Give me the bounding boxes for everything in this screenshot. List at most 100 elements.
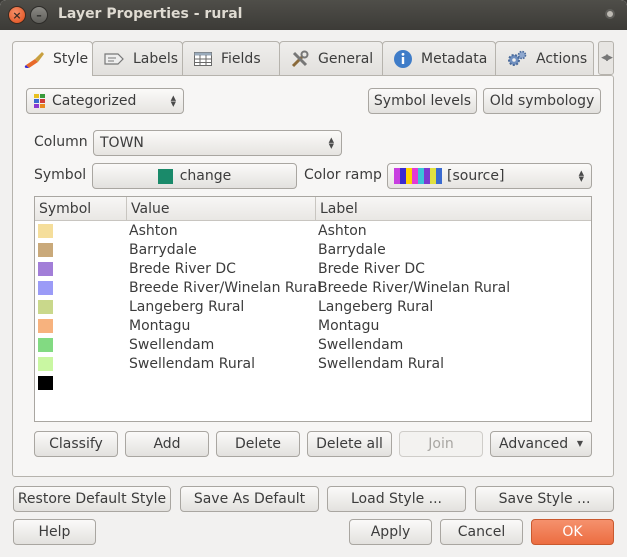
table-row[interactable]: Breede River/Winelan Rural Breede River/W…: [35, 279, 591, 298]
category-label: Swellendam Rural: [318, 356, 444, 372]
category-symbol-swatch[interactable]: [38, 357, 53, 371]
table-body: Ashton Ashton Barrydale Barrydale Brede Rive…: [35, 222, 591, 393]
tools-icon: [291, 50, 309, 67]
advanced-button[interactable]: Advanced ▼: [490, 431, 592, 457]
symbol-levels-button[interactable]: Symbol levels: [368, 88, 477, 114]
tab-style[interactable]: Style: [12, 41, 93, 76]
table-row[interactable]: Barrydale Barrydale: [35, 241, 591, 260]
window-title: Layer Properties - rural: [58, 6, 243, 22]
category-value: Montagu: [129, 318, 191, 334]
old-symbology-button[interactable]: Old symbology: [483, 88, 601, 114]
title-bar: × – Layer Properties - rural: [0, 0, 627, 30]
category-symbol-swatch[interactable]: [38, 243, 53, 257]
renderer-select[interactable]: Categorized ▲ ▼: [26, 88, 184, 114]
table-row[interactable]: Langeberg Rural Langeberg Rural: [35, 298, 591, 317]
delete-all-button[interactable]: Delete all: [307, 431, 392, 457]
category-label: Breede River/Winelan Rural: [318, 280, 511, 296]
category-symbol-swatch[interactable]: [38, 224, 53, 238]
info-icon: [394, 49, 412, 68]
symbol-swatch: [157, 168, 173, 184]
delete-button[interactable]: Delete: [216, 431, 300, 457]
add-button[interactable]: Add: [125, 431, 209, 457]
category-value: Ashton: [129, 223, 178, 239]
category-label: Brede River DC: [318, 261, 425, 277]
category-value: Brede River DC: [129, 261, 236, 277]
categories-table: Symbol Value Label Ashton Ashton Barrydale…: [34, 196, 592, 422]
table-row[interactable]: [35, 374, 591, 393]
table-icon: [194, 51, 212, 66]
color-ramp-value: [source]: [447, 168, 505, 184]
renderer-value: Categorized: [52, 93, 137, 109]
label-column-header[interactable]: Label: [316, 197, 591, 221]
color-ramp-select[interactable]: [source] ▲ ▼: [387, 163, 592, 189]
tab-actions[interactable]: Actions: [495, 41, 594, 75]
category-symbol-swatch[interactable]: [38, 376, 53, 390]
category-value: Breede River/Winelan Rural: [129, 280, 322, 296]
category-label: Montagu: [318, 318, 380, 334]
minimize-window-button[interactable]: –: [30, 6, 48, 24]
category-symbol-swatch[interactable]: [38, 281, 53, 295]
ok-button[interactable]: OK: [531, 519, 614, 545]
table-row[interactable]: Brede River DC Brede River DC: [35, 260, 591, 279]
column-value: TOWN: [100, 135, 144, 151]
tab-label: Labels: [133, 50, 179, 67]
tab-fields[interactable]: Fields: [182, 41, 280, 75]
category-value: Swellendam: [129, 337, 215, 353]
tab-label: Actions: [536, 50, 588, 67]
classify-button[interactable]: Classify: [34, 431, 118, 457]
tab-label: Style: [53, 51, 89, 67]
window-menu-icon[interactable]: [605, 9, 615, 19]
updown-icon: ▲ ▼: [328, 136, 334, 150]
category-label: Langeberg Rural: [318, 299, 434, 315]
help-button[interactable]: Help: [13, 519, 96, 545]
dropdown-arrow-icon: ▼: [576, 439, 583, 448]
tab-bar: Style Labels Fields General Metadata Act…: [12, 41, 614, 76]
category-value: Barrydale: [129, 242, 197, 258]
tab-label: Metadata: [421, 50, 488, 67]
apply-button[interactable]: Apply: [349, 519, 432, 545]
save-style-button[interactable]: Save Style ...: [475, 486, 614, 512]
value-column-header[interactable]: Value: [127, 197, 316, 221]
category-value: Langeberg Rural: [129, 299, 245, 315]
category-symbol-swatch[interactable]: [38, 319, 53, 333]
layer-properties-window: × – Layer Properties - rural Style Label…: [0, 0, 627, 557]
symbol-column-header[interactable]: Symbol: [35, 197, 127, 221]
table-header: Symbol Value Label: [35, 197, 591, 221]
load-style-button[interactable]: Load Style ...: [327, 486, 466, 512]
color-ramp-label: Color ramp: [304, 167, 382, 183]
tab-label: General: [318, 50, 374, 67]
change-label: change: [179, 168, 232, 184]
cancel-button[interactable]: Cancel: [440, 519, 523, 545]
table-row[interactable]: Ashton Ashton: [35, 222, 591, 241]
symbol-label: Symbol: [34, 167, 87, 183]
save-as-default-button[interactable]: Save As Default: [180, 486, 319, 512]
join-button[interactable]: Join: [399, 431, 483, 457]
tab-labels[interactable]: Labels: [92, 41, 183, 75]
category-value: Swellendam Rural: [129, 356, 255, 372]
updown-icon: ▲ ▼: [578, 169, 584, 183]
restore-default-style-button[interactable]: Restore Default Style: [13, 486, 171, 512]
paintbrush-icon: [24, 52, 44, 68]
close-window-button[interactable]: ×: [8, 6, 26, 24]
table-row[interactable]: Montagu Montagu: [35, 317, 591, 336]
table-row[interactable]: Swellendam Rural Swellendam Rural: [35, 355, 591, 374]
updown-icon: ▲ ▼: [170, 94, 176, 108]
category-label: Ashton: [318, 223, 367, 239]
advanced-label: Advanced: [499, 436, 569, 452]
tab-general[interactable]: General: [279, 41, 383, 75]
color-ramp-preview: [394, 168, 442, 184]
column-label: Column: [34, 134, 88, 150]
labels-icon: [104, 52, 124, 65]
column-select[interactable]: TOWN ▲ ▼: [93, 130, 342, 156]
categorized-icon: [34, 94, 45, 108]
category-symbol-swatch[interactable]: [38, 338, 53, 352]
change-symbol-button[interactable]: change: [92, 163, 297, 189]
tab-label: Fields: [221, 50, 261, 67]
tab-metadata[interactable]: Metadata: [382, 41, 496, 75]
category-symbol-swatch[interactable]: [38, 262, 53, 276]
category-symbol-swatch[interactable]: [38, 300, 53, 314]
gears-icon: [508, 50, 527, 66]
category-label: Swellendam: [318, 337, 404, 353]
tab-scroll-arrows[interactable]: ◀▶: [598, 41, 614, 75]
table-row[interactable]: Swellendam Swellendam: [35, 336, 591, 355]
